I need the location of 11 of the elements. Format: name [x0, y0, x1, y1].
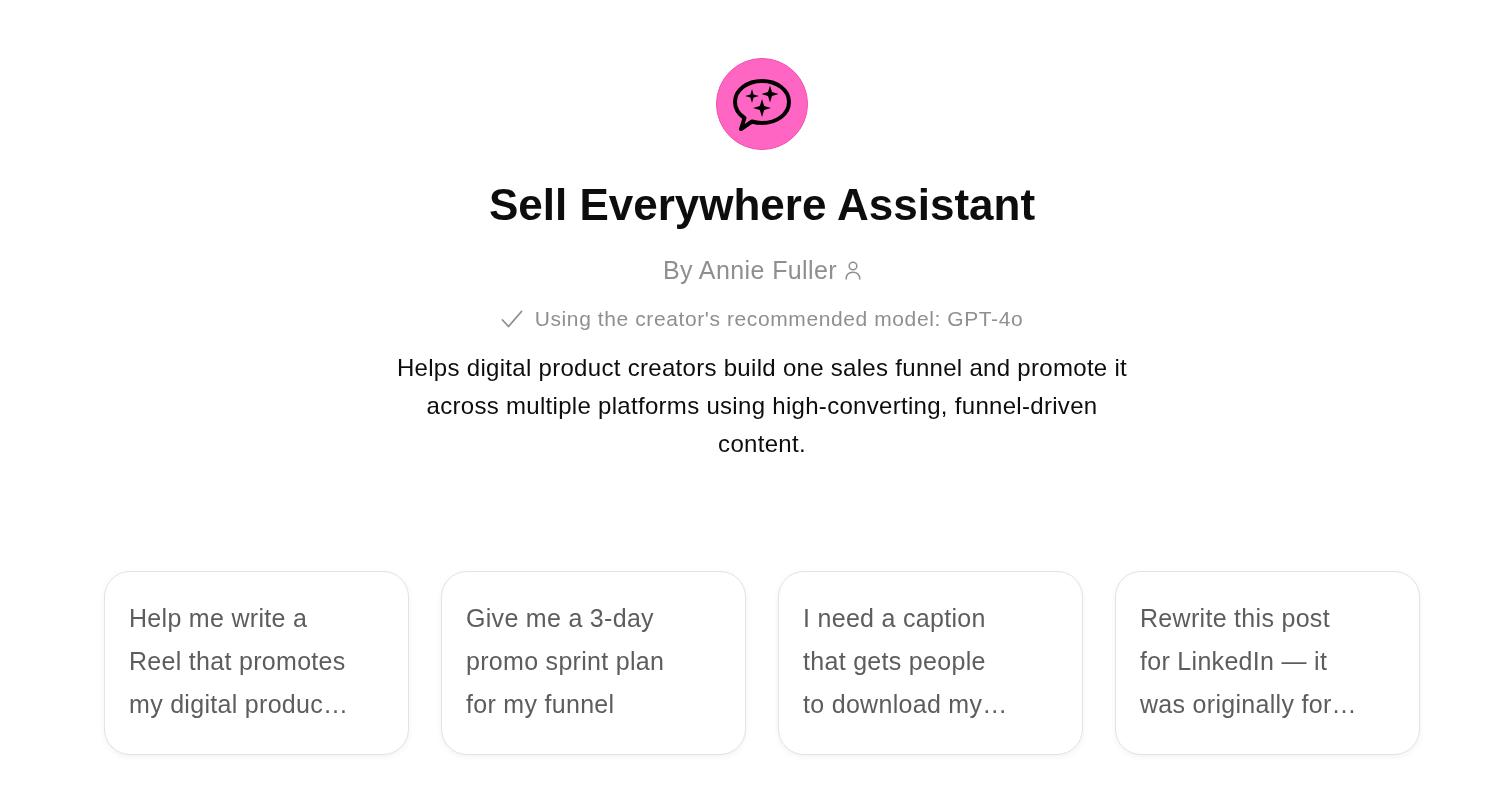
assistant-title: Sell Everywhere Assistant [488, 181, 1036, 229]
sparkle-chat-icon [716, 58, 808, 150]
person-icon [845, 260, 862, 280]
author-name: By Annie Fuller [662, 255, 838, 285]
assistant-description: Helps digital product creators build one sales funnel and promote it across multiple platforms using high-converting, funnel-driven content. [395, 353, 1129, 459]
model-note: Using the creator's recommended model: GPT-4o [534, 306, 1024, 332]
conversation-starter-button[interactable]: I need a caption that gets people to download my… [778, 571, 1083, 755]
conversation-starter-button[interactable]: Help me write a Reel that promotes my digital produc… [104, 571, 409, 755]
check-icon [500, 310, 523, 328]
conversation-starter-button[interactable]: Give me a 3-day promo sprint plan for my funnel [441, 571, 746, 755]
conversation-starter-button[interactable]: Rewrite this post for LinkedIn — it was originally for… [1115, 571, 1420, 755]
